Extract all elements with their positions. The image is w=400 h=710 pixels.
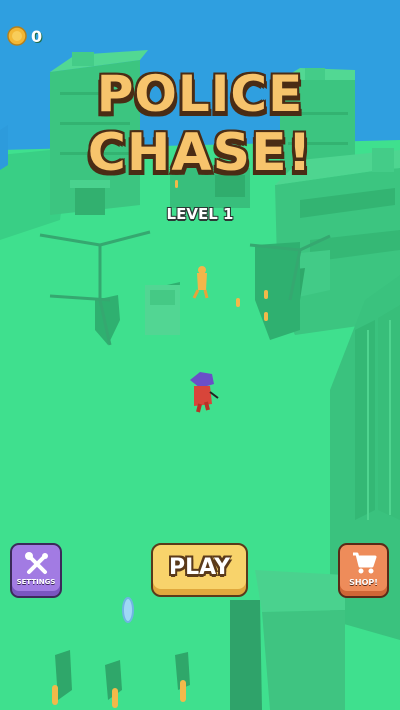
shop-label: SHOP!	[349, 578, 378, 587]
play-button[interactable]: PLAY	[151, 543, 248, 597]
play-label: PLAY	[169, 555, 230, 580]
settings-label: SETTINGS	[16, 578, 56, 586]
gold-coin-icon	[7, 26, 27, 46]
settings-button[interactable]: SETTINGS	[10, 543, 62, 598]
game-title-line1: POLICE	[96, 65, 304, 123]
game-title-line2: CHASE!	[87, 123, 313, 183]
shop-button[interactable]: SHOP!	[338, 543, 389, 598]
level-label: LEVEL 1	[166, 205, 234, 223]
coin-count: 0	[31, 26, 43, 46]
game-screen: 0 POLICE CHASE! LEVEL 1 SETTINGS PLAY SH…	[0, 0, 400, 710]
shopping-cart-icon	[353, 552, 377, 574]
parked-car	[145, 285, 180, 335]
coin-counter: 0	[7, 25, 42, 47]
wrench-screwdriver-icon	[25, 552, 48, 574]
